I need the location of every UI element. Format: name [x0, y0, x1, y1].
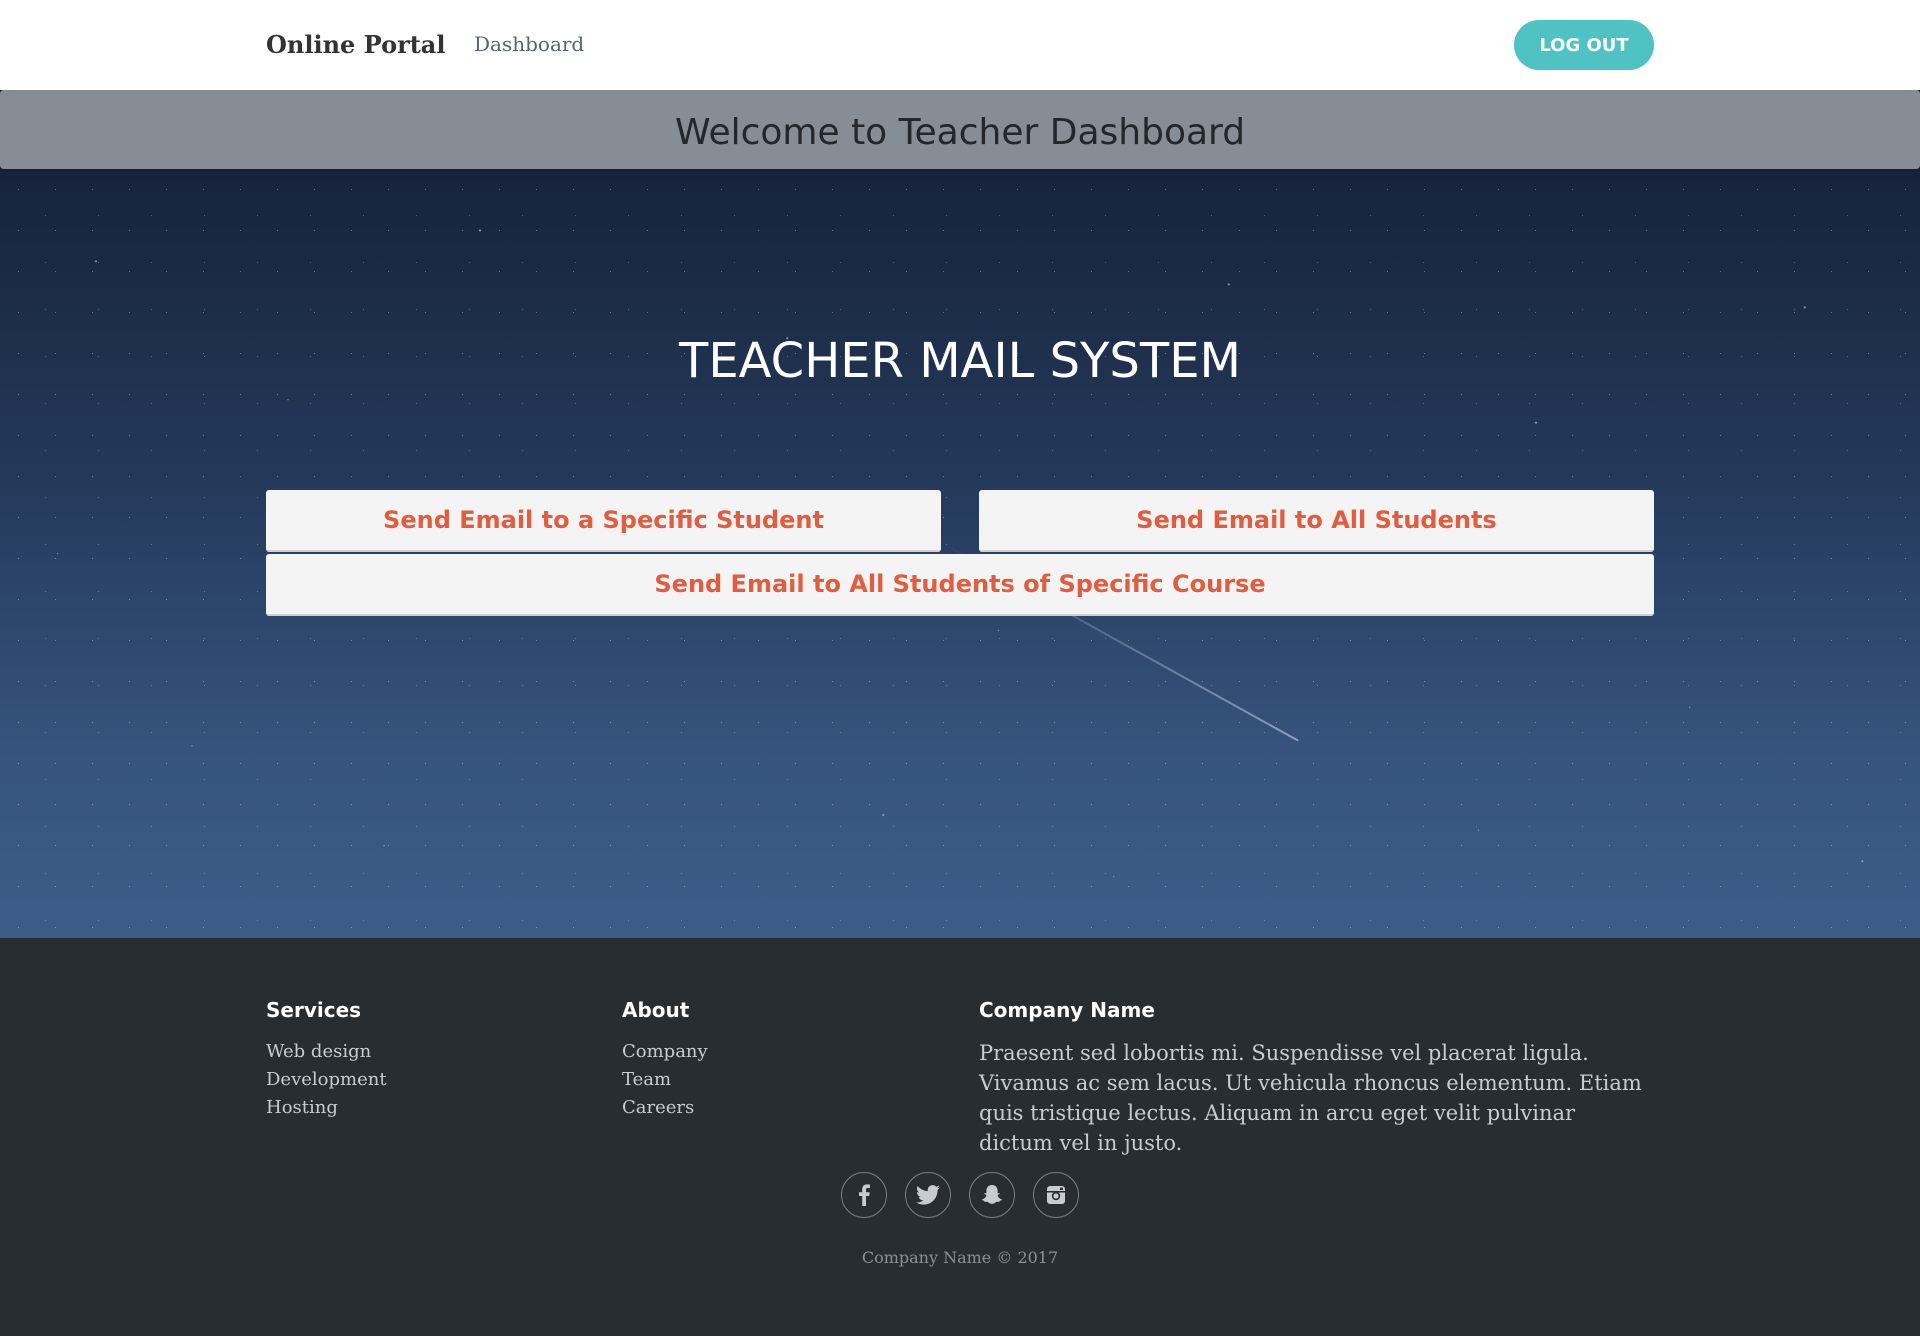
footer-link-hosting[interactable]: Hosting — [266, 1097, 338, 1118]
list-item: Careers — [622, 1094, 942, 1122]
footer-link-company[interactable]: Company — [622, 1041, 708, 1062]
footer-about-list: Company Team Careers — [622, 1038, 942, 1122]
footer-company-description: Praesent sed lobortis mi. Suspendisse ve… — [979, 1041, 1642, 1155]
instagram-icon[interactable] — [1033, 1172, 1079, 1218]
hero-title: TEACHER MAIL SYSTEM — [679, 333, 1241, 389]
welcome-bar: Welcome to Teacher Dashboard — [0, 90, 1920, 169]
copyright-text: Company Name © 2017 — [861, 1248, 1059, 1267]
footer-company-column: Company Name Praesent sed lobortis mi. S… — [979, 998, 1654, 1158]
list-item: Team — [622, 1066, 942, 1094]
twitter-icon[interactable] — [905, 1172, 951, 1218]
list-item: Company — [622, 1038, 942, 1066]
list-item: Hosting — [266, 1094, 586, 1122]
list-item: Development — [266, 1066, 586, 1094]
footer-link-web-design[interactable]: Web design — [266, 1041, 371, 1062]
logout-button[interactable]: LOG OUT — [1514, 20, 1654, 70]
welcome-title: Welcome to Teacher Dashboard — [674, 112, 1246, 153]
footer-about-title: About — [622, 998, 690, 1022]
navbar: Online Portal Dashboard LOG OUT — [0, 0, 1920, 90]
social-links — [266, 1172, 1654, 1218]
footer-services-title: Services — [266, 998, 362, 1022]
navbar-container: Online Portal Dashboard LOG OUT — [266, 0, 1654, 90]
footer-company-title: Company Name — [979, 998, 1155, 1022]
footer-link-careers[interactable]: Careers — [622, 1097, 694, 1118]
footer-services-column: Services Web design Development Hosting — [266, 998, 586, 1122]
send-email-all-students-button[interactable]: Send Email to All Students — [979, 490, 1654, 552]
send-email-specific-student-button[interactable]: Send Email to a Specific Student — [266, 490, 941, 552]
hero-container: TEACHER MAIL SYSTEM Send Email to a Spec… — [266, 169, 1654, 938]
nav-link-dashboard[interactable]: Dashboard — [474, 30, 584, 58]
list-item: Web design — [266, 1038, 586, 1066]
hero-section: TEACHER MAIL SYSTEM Send Email to a Spec… — [0, 169, 1920, 938]
footer-link-team[interactable]: Team — [622, 1069, 671, 1090]
brand-logo[interactable]: Online Portal — [266, 29, 445, 61]
footer-about-column: About Company Team Careers — [622, 998, 942, 1122]
footer-container: Services Web design Development Hosting … — [266, 938, 1654, 1336]
facebook-icon[interactable] — [841, 1172, 887, 1218]
footer: Services Web design Development Hosting … — [0, 938, 1920, 1336]
snapchat-icon[interactable] — [969, 1172, 1015, 1218]
footer-link-development[interactable]: Development — [266, 1069, 387, 1090]
footer-services-list: Web design Development Hosting — [266, 1038, 586, 1122]
send-email-specific-course-button[interactable]: Send Email to All Students of Specific C… — [266, 554, 1654, 616]
